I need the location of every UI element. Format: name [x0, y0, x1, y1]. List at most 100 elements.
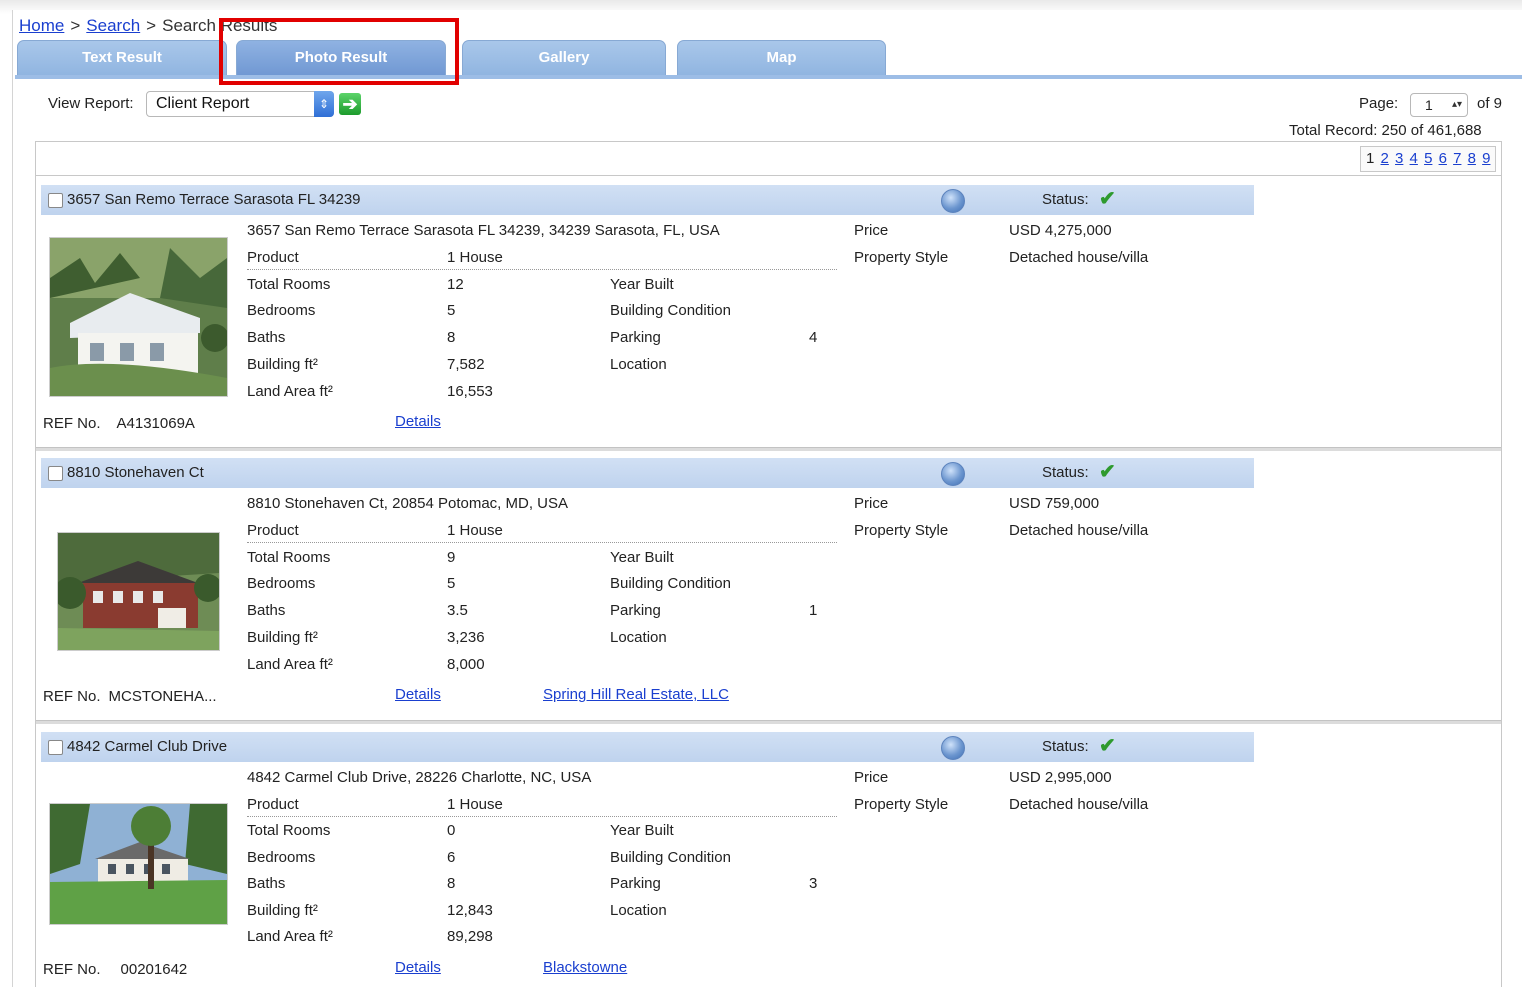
property-photo[interactable]: [57, 532, 220, 651]
view-report-label: View Report:: [48, 95, 134, 112]
page-link[interactable]: 6: [1439, 150, 1447, 167]
property-photo[interactable]: [49, 803, 228, 925]
ref-value: A4131069A: [116, 415, 195, 432]
listing-card: 8810 Stonehaven Ct Status: ✔ 8810 Stoneh…: [36, 458, 1500, 730]
listing-header: 3657 San Remo Terrace Sarasota FL 34239 …: [41, 185, 1254, 215]
pagination: 1 2 3 4 5 6 7 8 9: [1360, 146, 1497, 172]
divider: [36, 720, 1501, 724]
land-area-value: 8,000: [447, 656, 485, 673]
view-report-value: Client Report: [156, 95, 250, 112]
property-photo[interactable]: [49, 237, 228, 397]
globe-icon[interactable]: [941, 736, 965, 760]
listing-header: 8810 Stonehaven Ct Status: ✔: [41, 458, 1254, 488]
price-value: USD 2,995,000: [1009, 769, 1112, 786]
parking-label: Parking: [610, 875, 661, 892]
building-area-label: Building ft²: [247, 902, 318, 919]
product-value: 1 House: [447, 522, 503, 539]
product-label: Product: [247, 522, 299, 539]
divider: [247, 816, 837, 817]
page-select[interactable]: 1 ▴▾: [1410, 93, 1468, 117]
page-link[interactable]: 5: [1424, 150, 1432, 167]
page-link[interactable]: 7: [1453, 150, 1461, 167]
select-arrows-icon: ▴▾: [1451, 99, 1462, 110]
page-link[interactable]: 2: [1381, 150, 1389, 167]
breadcrumb-search-link[interactable]: Search: [86, 16, 140, 35]
property-style-value: Detached house/villa: [1009, 522, 1149, 539]
page-count: of 9: [1477, 95, 1503, 112]
baths-value: 8: [447, 329, 456, 346]
page-select-value: 1: [1425, 97, 1433, 113]
product-label: Product: [247, 249, 299, 266]
price-value: USD 4,275,000: [1009, 222, 1112, 239]
location-label: Location: [610, 356, 667, 373]
building-condition-label: Building Condition: [610, 302, 731, 319]
divider: [247, 542, 837, 543]
bedrooms-value: 5: [447, 302, 456, 319]
listing-card: 3657 San Remo Terrace Sarasota FL 34239 …: [36, 185, 1500, 457]
breadcrumb-separator: >: [146, 16, 157, 35]
globe-icon[interactable]: [941, 462, 965, 486]
checkmark-icon: ✔: [1099, 461, 1116, 483]
details-link[interactable]: Details: [395, 959, 441, 976]
divider: [35, 175, 1502, 176]
select-checkbox[interactable]: [48, 466, 63, 481]
select-checkbox[interactable]: [48, 740, 63, 755]
land-area-value: 16,553: [447, 383, 493, 400]
highlight-annotation: [219, 18, 459, 85]
total-record: Total Record: 250 of 461,688: [1289, 122, 1482, 139]
parking-value: 3: [809, 875, 818, 892]
page-label: Page:: [1359, 95, 1399, 112]
tab-gallery[interactable]: Gallery: [462, 40, 666, 77]
listing-title: 8810 Stonehaven Ct: [67, 464, 204, 481]
agent-link[interactable]: Spring Hill Real Estate, LLC: [543, 686, 729, 703]
page-link[interactable]: 8: [1468, 150, 1476, 167]
ref-value: MCSTONEHA...: [108, 688, 217, 705]
ref-value: 00201642: [120, 961, 188, 978]
parking-label: Parking: [610, 602, 661, 619]
go-arrow-button[interactable]: ➔: [339, 93, 361, 115]
location-label: Location: [610, 902, 667, 919]
parking-value: 4: [809, 329, 818, 346]
agent-link[interactable]: Blackstowne: [543, 959, 627, 976]
total-rooms-value: 12: [447, 276, 464, 293]
select-arrows-icon: ⇕: [314, 91, 334, 117]
page-link[interactable]: 4: [1410, 150, 1418, 167]
globe-icon[interactable]: [941, 189, 965, 213]
page-link[interactable]: 9: [1482, 150, 1490, 167]
tab-text-result[interactable]: Text Result: [17, 40, 227, 77]
property-style-label: Property Style: [854, 249, 949, 266]
tab-map[interactable]: Map: [677, 40, 886, 77]
listing-header: 4842 Carmel Club Drive Status: ✔: [41, 732, 1254, 762]
total-rooms-label: Total Rooms: [247, 276, 331, 293]
listing-address: 8810 Stonehaven Ct, 20854 Potomac, MD, U…: [247, 495, 569, 512]
details-link[interactable]: Details: [395, 686, 441, 703]
listing-title: 4842 Carmel Club Drive: [67, 738, 228, 755]
breadcrumb-home-link[interactable]: Home: [19, 16, 64, 35]
select-checkbox[interactable]: [48, 193, 63, 208]
total-rooms-value: 9: [447, 549, 456, 566]
building-condition-label: Building Condition: [610, 575, 731, 592]
year-built-label: Year Built: [610, 549, 674, 566]
price-label: Price: [854, 769, 889, 786]
divider: [36, 447, 1501, 451]
ref-label: REF No.: [43, 415, 101, 432]
building-area-value: 3,236: [447, 629, 485, 646]
view-report-select[interactable]: Client Report ⇕: [146, 91, 334, 117]
total-rooms-value: 0: [447, 822, 456, 839]
year-built-label: Year Built: [610, 822, 674, 839]
product-value: 1 House: [447, 796, 503, 813]
property-style-value: Detached house/villa: [1009, 796, 1149, 813]
building-area-label: Building ft²: [247, 629, 318, 646]
listing-address: 4842 Carmel Club Drive, 28226 Charlotte,…: [247, 769, 592, 786]
land-area-label: Land Area ft²: [247, 928, 333, 945]
details-link[interactable]: Details: [395, 413, 441, 430]
total-rooms-label: Total Rooms: [247, 549, 331, 566]
ref-number: REF No. 00201642: [43, 961, 187, 978]
ref-label: REF No.: [43, 961, 101, 978]
page-link[interactable]: 3: [1395, 150, 1403, 167]
listing-card: 4842 Carmel Club Drive Status: ✔ 4842 Ca…: [36, 732, 1500, 1004]
year-built-label: Year Built: [610, 276, 674, 293]
property-style-label: Property Style: [854, 522, 949, 539]
parking-value: 1: [809, 602, 818, 619]
product-label: Product: [247, 796, 299, 813]
